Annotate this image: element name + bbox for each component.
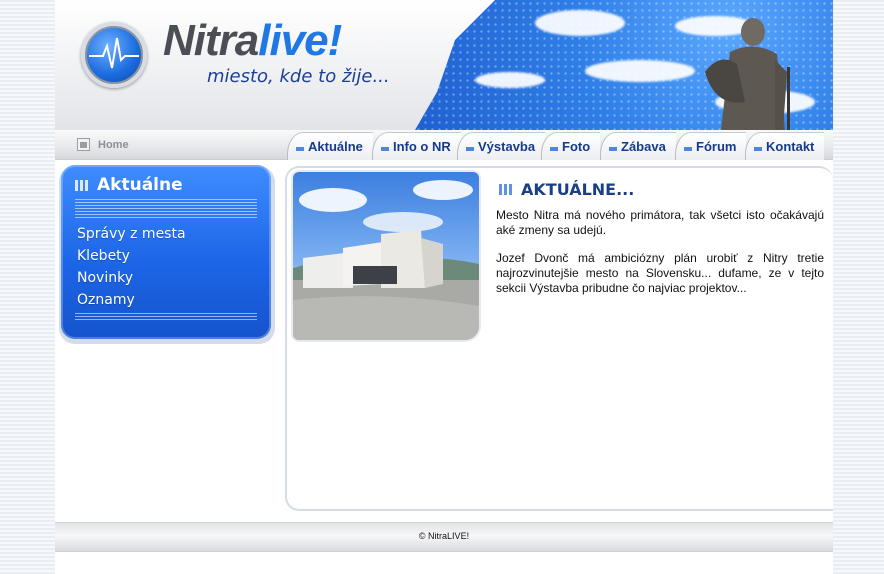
heartbeat-icon [89,37,139,69]
tab-zabava[interactable]: Zábava [600,132,676,160]
header: Nitralive! miesto, kde to žije... [55,0,833,130]
sidebar-item-klebety[interactable]: Klebety [77,245,186,267]
content-title: AKTUÁLNE... [499,180,634,199]
logo-name-nitra: Nitra [163,16,259,65]
theatre-building-image [293,180,479,340]
tab-bullet-icon [296,147,304,151]
tab-bullet-icon [754,147,762,151]
home-label: Home [98,138,129,151]
building-photo [293,172,479,340]
tab-label: Výstavba [478,139,536,154]
tab-aktualne[interactable]: Aktuálne [287,132,373,160]
statue-image [705,18,790,130]
tab-vystavba[interactable]: Výstavba [457,132,546,160]
content-body: Mesto Nitra má nového primátora, tak vše… [496,208,824,309]
sidebar-item-novinky[interactable]: Novinky [77,267,186,289]
content-title-text: AKTUÁLNE... [521,180,635,199]
divider [75,199,257,219]
sidebar-title: Aktuálne [75,175,183,195]
tab-bullet-icon [381,147,389,151]
tab-bullet-icon [609,147,617,151]
sidebar-item-spravy-z-mesta[interactable]: Správy z mesta [77,223,186,245]
tab-forum[interactable]: Fórum [675,132,747,160]
copyright-text: © NitraLIVE! [418,531,470,541]
tab-label: Kontakt [766,139,815,154]
tab-label: Zábava [621,139,666,154]
bars-icon [499,184,512,195]
logo-name-live: live! [258,16,342,65]
sidebar-title-text: Aktuálne [97,175,183,195]
tab-info-o-nr[interactable]: Info o NR [372,132,461,160]
tab-label: Foto [562,139,591,154]
logo-icon[interactable] [81,22,147,88]
sidebar-menu: Správy z mesta Klebety Novinky Oznamy [77,223,186,311]
logo-text[interactable]: Nitralive! [163,16,342,66]
page: Nitralive! miesto, kde to žije... Home A… [55,0,833,574]
content-panel: AKTUÁLNE... Mesto Nitra má nového primát… [285,166,833,511]
home-icon [77,138,90,151]
bars-icon [75,179,88,191]
main-nav: Home Aktuálne Info o NR Výstavba Foto Zá… [55,130,833,160]
tab-kontakt[interactable]: Kontakt [745,132,825,160]
divider [75,313,257,321]
content-paragraph: Mesto Nitra má nového primátora, tak vše… [496,208,824,237]
tab-label: Aktuálne [308,139,363,154]
tab-foto[interactable]: Foto [541,132,601,160]
sidebar: Aktuálne Správy z mesta Klebety Novinky … [61,165,271,339]
sidebar-item-oznamy[interactable]: Oznamy [77,289,186,311]
footer: © NitraLIVE! [55,522,833,552]
tab-label: Info o NR [393,139,451,154]
tab-label: Fórum [696,139,737,154]
content-paragraph: Jozef Dvonč má ambiciózny plán urobiť z … [496,251,824,295]
tagline: miesto, kde to žije... [207,66,390,87]
tab-bullet-icon [550,147,558,151]
tab-bullet-icon [684,147,692,151]
tab-bullet-icon [466,147,474,151]
home-link[interactable]: Home [77,138,129,151]
